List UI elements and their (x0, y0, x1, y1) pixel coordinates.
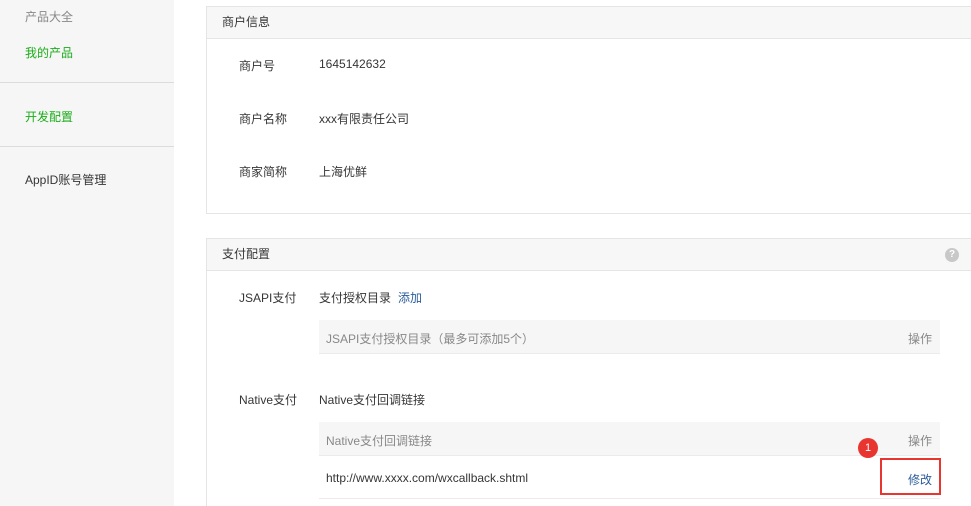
native-callback-url: http://www.xxxx.com/wxcallback.shtml (326, 471, 529, 485)
merchant-info-title: 商户信息 (207, 7, 971, 39)
jsapi-directory-label: 支付授权目录 (319, 291, 392, 305)
sidebar-divider (0, 146, 174, 147)
merchant-short-name-label: 商家简称 (239, 165, 288, 179)
native-table-header-action: 操作 (907, 434, 932, 448)
jsapi-table-header-action: 操作 (907, 332, 932, 346)
jsapi-table-header: JSAPI支付授权目录（最多可添加5个） 操作 (319, 320, 940, 354)
payment-config-title: 支付配置 (222, 247, 271, 261)
native-table-header-url: Native支付回调链接 (326, 434, 433, 448)
sidebar-divider (0, 82, 174, 83)
merchant-name-value: xxx有限责任公司 (319, 112, 410, 126)
jsapi-table-header-directory: JSAPI支付授权目录（最多可添加5个） (326, 332, 535, 346)
merchant-info-panel: 商户信息 商户号 1645142632 商户名称 xxx有限责任公司 商家简称 … (206, 6, 971, 214)
jsapi-add-link[interactable]: 添加 (398, 289, 422, 306)
sidebar: 产品大全 我的产品 开发配置 AppID账号管理 (0, 0, 174, 506)
sidebar-item-product-catalog[interactable]: 产品大全 (25, 8, 73, 25)
native-label: Native支付 (239, 393, 298, 407)
jsapi-label: JSAPI支付 (239, 291, 297, 305)
table-row: http://www.xxxx.com/wxcallback.shtml 修改 (319, 456, 940, 499)
annotation-badge: 1 (858, 438, 878, 458)
merchant-short-name-value: 上海优鲜 (319, 165, 368, 179)
sidebar-item-appid-management[interactable]: AppID账号管理 (25, 171, 106, 188)
native-table-header: Native支付回调链接 操作 (319, 422, 940, 456)
main-content: 商户信息 商户号 1645142632 商户名称 xxx有限责任公司 商家简称 … (174, 0, 971, 506)
merchant-name-label: 商户名称 (239, 112, 288, 126)
question-circle-icon[interactable]: ? (945, 248, 959, 262)
sidebar-item-my-products[interactable]: 我的产品 (25, 44, 73, 61)
payment-config-header: 支付配置 ? (207, 239, 971, 271)
merchant-id-label: 商户号 (239, 59, 276, 73)
merchant-id-value: 1645142632 (319, 57, 386, 71)
payment-config-panel: 支付配置 ? JSAPI支付 支付授权目录 添加 JSAPI支付授权目录（最多可… (206, 238, 971, 506)
sidebar-item-dev-config[interactable]: 开发配置 (25, 108, 73, 125)
annotation-highlight-box (880, 458, 941, 495)
native-callback-label: Native支付回调链接 (319, 393, 426, 407)
